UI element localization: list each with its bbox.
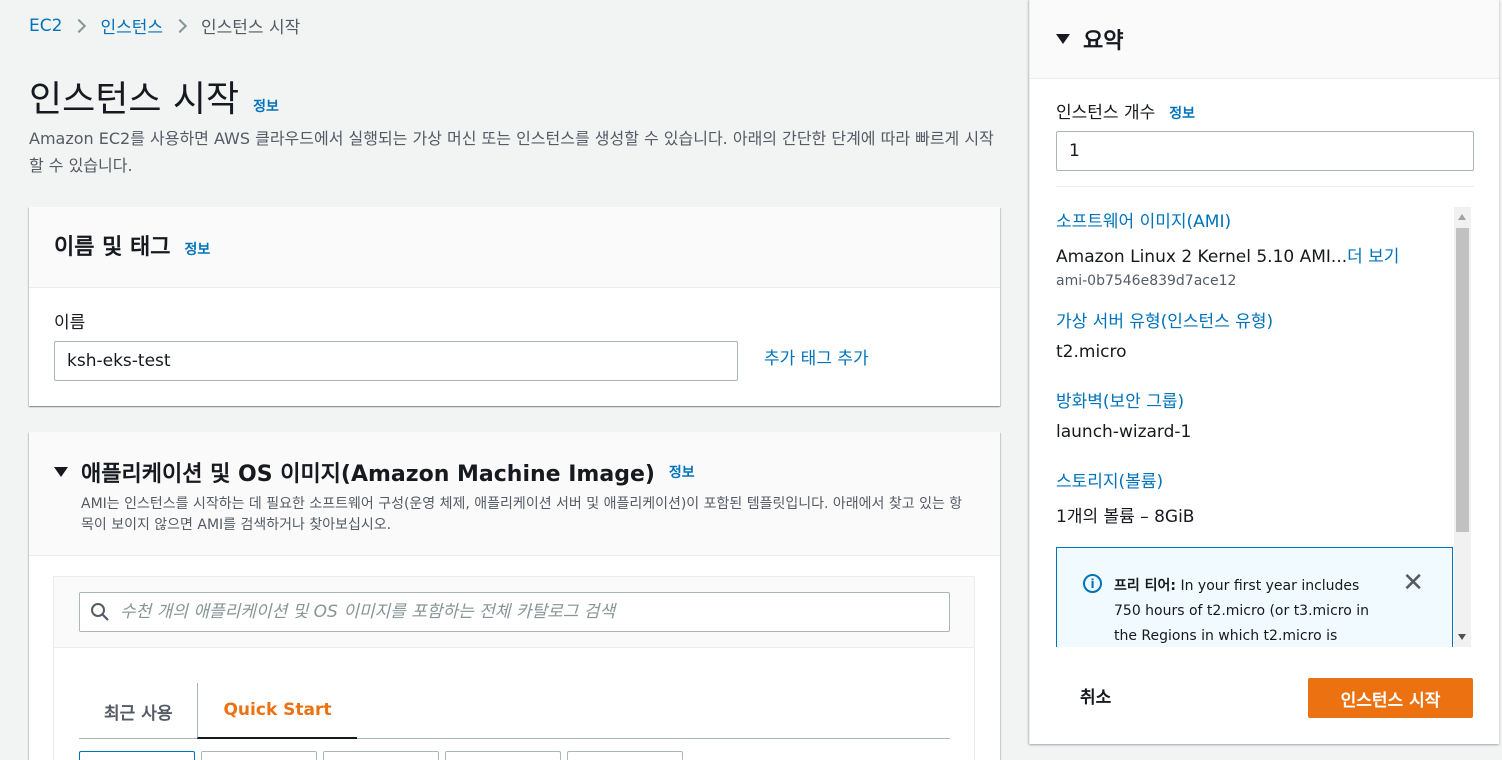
scroll-thumb[interactable]	[1456, 228, 1469, 532]
ami-description: AMI는 인스턴스를 시작하는 데 필요한 소프트웨어 구성(운영 체제, 애플…	[81, 496, 963, 533]
breadcrumb-ec2[interactable]: EC2	[29, 16, 62, 36]
name-label: 이름	[54, 313, 86, 333]
breadcrumb-instances[interactable]: 인스턴스	[100, 13, 163, 38]
summary-instance-type: 가상 서버 유형(인스턴스 유형) t2.micro	[1056, 307, 1273, 362]
summary-firewall: 방화벽(보안 그룹) launch-wizard-1	[1056, 387, 1191, 442]
summary-panel: 요약 인스턴스 개수 정보 1 소프트웨어 이미지(AMI) Amazon Li…	[1029, 0, 1499, 744]
ami-card[interactable]	[79, 751, 195, 760]
name-tags-panel: 이름 및 태그 정보 이름 ksh-eks-test 추가 태그 추가	[29, 207, 1000, 406]
summary-type-value: t2.micro	[1056, 342, 1127, 362]
ami-search-input[interactable]	[120, 602, 949, 622]
ami-tabs: 최근 사용 Quick Start	[79, 683, 950, 739]
summary-ami-more-link[interactable]: 더 보기	[1347, 247, 1399, 267]
summary-storage-value: 1개의 볼륨 – 8GiB	[1056, 507, 1195, 527]
name-tags-header: 이름 및 태그 정보	[29, 207, 1000, 288]
caret-down-icon[interactable]	[1056, 34, 1070, 44]
main-content: EC2 인스턴스 인스턴스 시작 인스턴스 시작 정보 Amazon EC2를 …	[0, 0, 1028, 760]
page-description: Amazon EC2를 사용하면 AWS 클라우드에서 실행되는 가상 머신 또…	[29, 129, 994, 175]
name-tags-info-link[interactable]: 정보	[185, 239, 211, 259]
name-tags-title: 이름 및 태그	[54, 235, 171, 260]
instance-count-input[interactable]: 1	[1056, 131, 1474, 171]
summary-ami: 소프트웨어 이미지(AMI) Amazon Linux 2 Kernel 5.1…	[1056, 207, 1399, 289]
page-title: 인스턴스 시작	[29, 79, 240, 120]
divider	[1056, 186, 1474, 187]
ami-catalog: 최근 사용 Quick Start	[53, 576, 975, 760]
ami-card[interactable]	[323, 751, 439, 760]
summary-type-link[interactable]: 가상 서버 유형(인스턴스 유형)	[1056, 307, 1273, 332]
breadcrumb-current: 인스턴스 시작	[201, 18, 301, 38]
summary-ami-value: Amazon Linux 2 Kernel 5.10 AMI...	[1056, 247, 1348, 267]
summary-storage: 스토리지(볼륨) 1개의 볼륨 – 8GiB	[1056, 467, 1194, 527]
scroll-down-icon[interactable]	[1458, 634, 1466, 640]
page-info-link[interactable]: 정보	[253, 96, 279, 116]
ami-card[interactable]	[445, 751, 561, 760]
summary-scrollbar[interactable]	[1454, 207, 1471, 647]
summary-header[interactable]: 요약	[1030, 0, 1499, 79]
launch-instance-button[interactable]: 인스턴스 시작	[1308, 678, 1473, 718]
summary-storage-link[interactable]: 스토리지(볼륨)	[1056, 467, 1194, 492]
cancel-button[interactable]: 취소	[1080, 683, 1111, 708]
summary-ami-link[interactable]: 소프트웨어 이미지(AMI)	[1056, 207, 1399, 232]
summary-fw-value: launch-wizard-1	[1056, 422, 1192, 442]
add-tag-link[interactable]: 추가 태그 추가	[764, 344, 869, 369]
summary-fw-link[interactable]: 방화벽(보안 그룹)	[1056, 387, 1191, 412]
ami-cards	[79, 751, 683, 760]
instance-count-label-row: 인스턴스 개수 정보	[1056, 98, 1195, 123]
summary-ami-id: ami-0b7546e839d7ace12	[1056, 273, 1237, 289]
ami-card[interactable]	[201, 751, 317, 760]
info-icon: i	[1083, 574, 1102, 593]
ami-title: 애플리케이션 및 OS 이미지(Amazon Machine Image)	[81, 462, 655, 487]
ami-info-link[interactable]: 정보	[669, 462, 695, 482]
chevron-right-icon	[72, 18, 87, 33]
close-icon[interactable]: ✕	[1402, 570, 1424, 596]
page-title-row: 인스턴스 시작 정보	[29, 70, 279, 122]
name-input[interactable]: ksh-eks-test	[54, 341, 738, 381]
summary-title: 요약	[1083, 29, 1124, 54]
breadcrumb: EC2 인스턴스 인스턴스 시작	[29, 13, 301, 39]
instance-count-info-link[interactable]: 정보	[1169, 103, 1195, 123]
search-icon	[91, 603, 109, 621]
instance-count-label: 인스턴스 개수	[1056, 103, 1156, 123]
scroll-up-icon[interactable]	[1458, 214, 1466, 220]
ami-panel: 애플리케이션 및 OS 이미지(Amazon Machine Image) 정보…	[29, 432, 1000, 760]
ami-search-area	[54, 577, 974, 648]
tab-recent[interactable]: 최근 사용	[79, 683, 197, 739]
tab-quick-start[interactable]: Quick Start	[197, 683, 357, 739]
free-tier-label: 프리 티어:	[1114, 578, 1176, 594]
ami-card[interactable]	[567, 751, 683, 760]
chevron-right-icon	[172, 18, 188, 33]
summary-scroll-area[interactable]: 소프트웨어 이미지(AMI) Amazon Linux 2 Kernel 5.1…	[1056, 207, 1474, 647]
ami-header: 애플리케이션 및 OS 이미지(Amazon Machine Image) 정보…	[29, 432, 1000, 556]
free-tier-alert: i 프리 티어: In your first year includes 750…	[1056, 547, 1453, 647]
caret-down-icon[interactable]	[54, 467, 68, 477]
ami-search-box[interactable]	[79, 592, 950, 632]
